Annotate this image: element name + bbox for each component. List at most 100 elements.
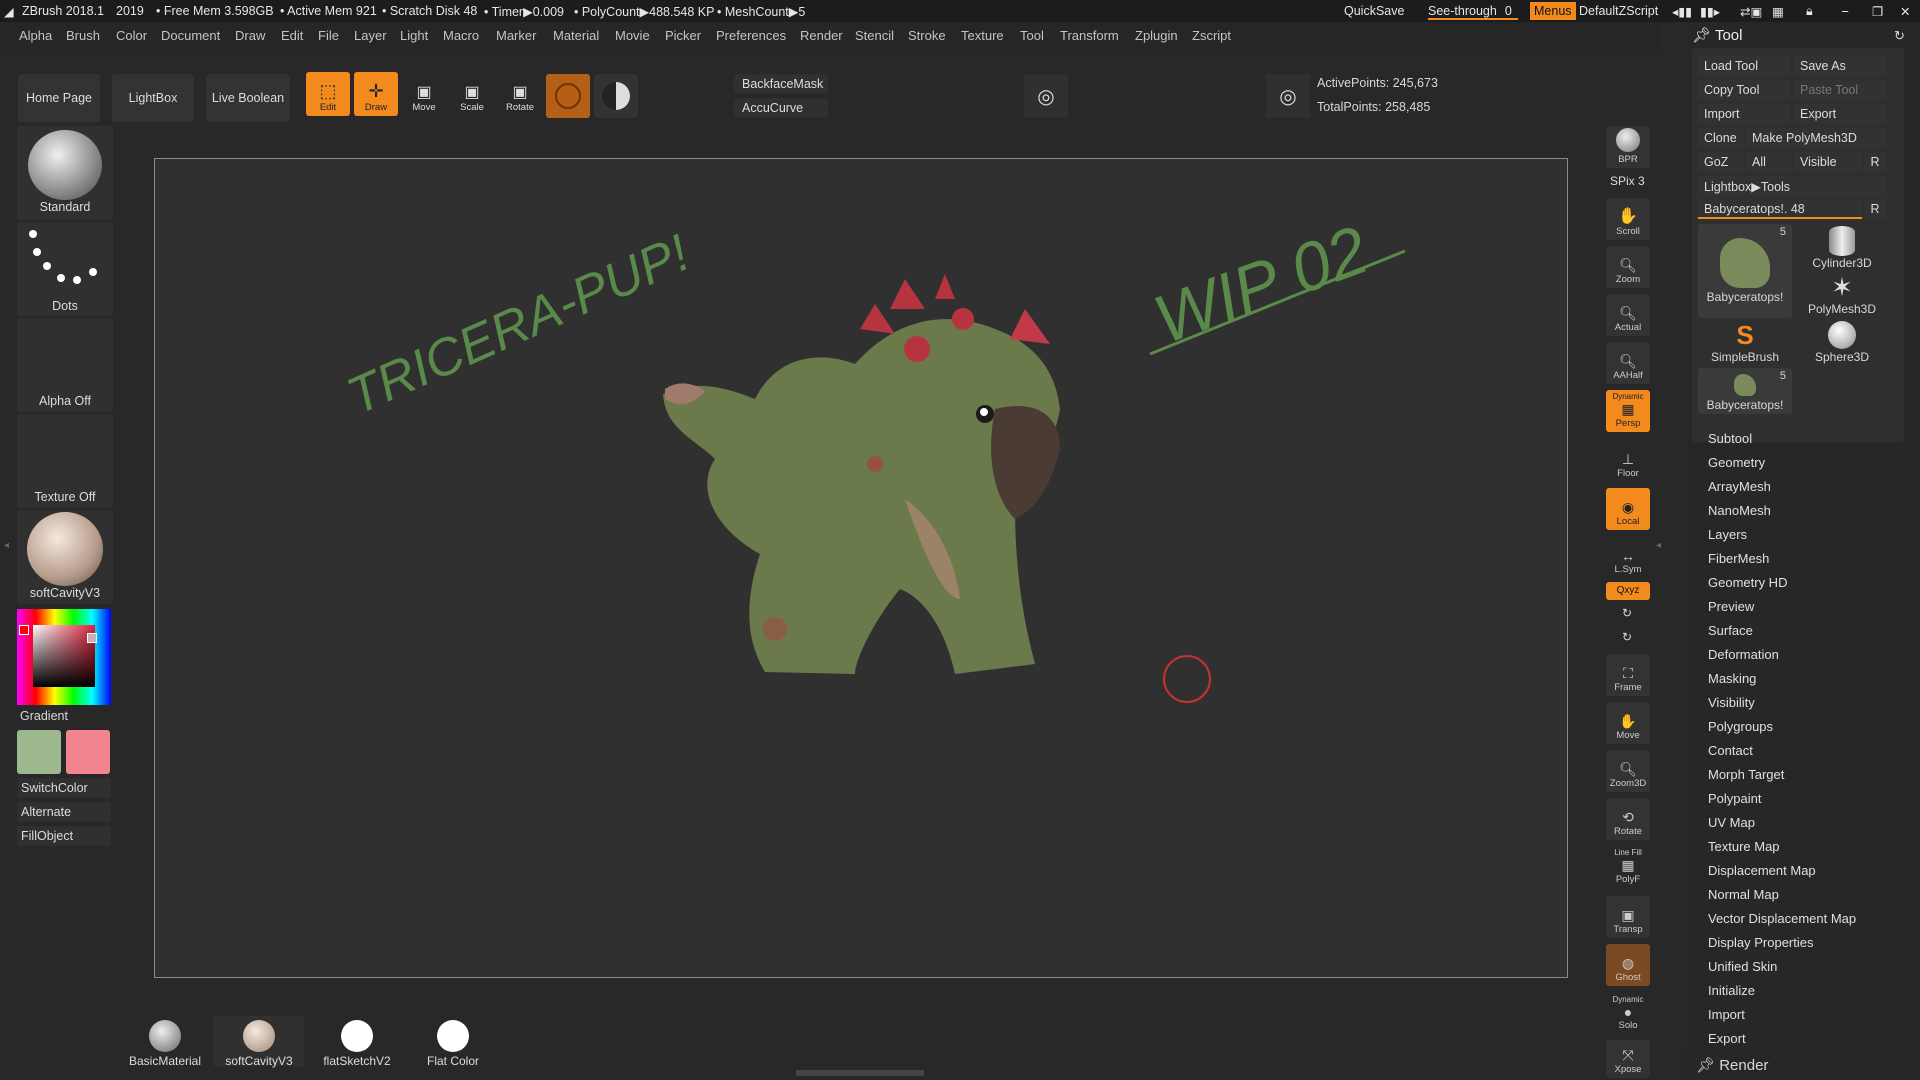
menu-movie[interactable]: Movie [615,28,650,43]
zadd-button[interactable] [594,74,638,118]
secondary-color-swatch[interactable] [66,730,110,774]
menu-texture[interactable]: Texture [961,28,1004,43]
zoom3d-button[interactable]: 🔍︎ Zoom3D [1606,750,1650,792]
default-zscript-button[interactable]: DefaultZScript [1579,4,1658,18]
dynamesh-button[interactable]: ◎ [1266,74,1310,118]
color-picker[interactable] [17,609,111,705]
menu-stencil[interactable]: Stencil [855,28,894,43]
hue-handle[interactable] [19,625,29,635]
tool-thumb-polymesh3d[interactable]: ✶ PolyMesh3D [1796,272,1888,318]
material-thumbnail[interactable]: softCavityV3 [17,510,113,604]
aahalf-button[interactable]: 🔍︎ AAHalf [1606,342,1650,384]
current-tool-slider[interactable]: Babyceratops!. 48 [1698,199,1862,219]
stroke-thumbnail[interactable]: Dots [17,222,113,316]
menu-zscript[interactable]: Zscript [1192,28,1231,43]
zoom-button[interactable]: 🔍︎ Zoom [1606,246,1650,288]
texture-thumbnail[interactable]: Texture Off [17,414,113,508]
current-tool-r-button[interactable]: R [1864,199,1886,219]
subpalette-surface[interactable]: Surface [1708,623,1753,638]
paste-tool-button[interactable]: Paste Tool [1794,80,1886,100]
menu-draw[interactable]: Draw [235,28,265,43]
export-button[interactable]: Export [1794,104,1886,124]
subpalette-geometry-hd[interactable]: Geometry HD [1708,575,1787,590]
move-view-button[interactable]: ✋ Move [1606,702,1650,744]
material-softcavityv3[interactable]: softCavityV3 [214,1016,304,1068]
lightbox-tools-button[interactable]: Lightbox▶Tools [1698,176,1886,196]
subpalette-deformation[interactable]: Deformation [1708,647,1779,662]
menu-marker[interactable]: Marker [496,28,536,43]
rotate-view-button[interactable]: ⟲ Rotate [1606,798,1650,840]
backface-mask-button[interactable]: BackfaceMask [734,74,828,94]
subpalette-polypaint[interactable]: Polypaint [1708,791,1761,806]
color-picker-square[interactable] [33,625,95,687]
subpalette-geometry[interactable]: Geometry [1708,455,1765,470]
menu-stroke[interactable]: Stroke [908,28,946,43]
main-color-swatch[interactable] [17,730,61,774]
gradient-label[interactable]: Gradient [20,709,68,723]
mrgb-button[interactable] [546,74,590,118]
subpalette-preview[interactable]: Preview [1708,599,1754,614]
layout-right-icon[interactable]: ▮▮▸ [1700,4,1720,19]
spix-slider[interactable]: SPix 3 [1610,174,1645,188]
tool-palette-header[interactable]: 📌︎ Tool [1692,26,1742,44]
goz-button[interactable]: GoZ [1698,152,1744,172]
tool-thumb-simplebrush[interactable]: S SimpleBrush [1698,320,1792,366]
subpalette-displacement-map[interactable]: Displacement Map [1708,863,1816,878]
subpalette-fibermesh[interactable]: FiberMesh [1708,551,1769,566]
layout-left-icon[interactable]: ◂▮▮ [1672,4,1692,19]
import-button[interactable]: Import [1698,104,1790,124]
subpalette-unified-skin[interactable]: Unified Skin [1708,959,1777,974]
floor-button[interactable]: ⊥ Floor [1606,440,1650,482]
subpalette-polygroups[interactable]: Polygroups [1708,719,1773,734]
home-page-button[interactable]: Home Page [18,74,100,122]
snapshot-button[interactable]: ◎ [1024,74,1068,118]
polyf-button[interactable]: Line Fill ▦ PolyF [1606,846,1650,888]
subpalette-uv-map[interactable]: UV Map [1708,815,1755,830]
copy-tool-button[interactable]: Copy Tool [1698,80,1790,100]
lightbox-button[interactable]: LightBox [112,74,194,122]
goz-r-button[interactable]: R [1864,152,1886,172]
xpose-button[interactable]: ⤧ Xpose [1606,1040,1650,1078]
menu-render[interactable]: Render [800,28,843,43]
menu-layer[interactable]: Layer [354,28,387,43]
rotate-button[interactable]: ▣ Rotate [498,72,542,116]
subpalette-initialize[interactable]: Initialize [1708,983,1755,998]
menu-tool[interactable]: Tool [1020,28,1044,43]
lsym-button[interactable]: ↔ L.Sym [1606,536,1650,578]
accucurve-button[interactable]: AccuCurve [734,98,828,118]
bpr-button[interactable]: BPR [1606,126,1650,168]
local-button[interactable]: ◉ Local [1606,488,1650,530]
brush-thumbnail[interactable]: Standard [17,126,113,220]
material-basicmaterial[interactable]: BasicMaterial [120,1016,210,1068]
switchcolor-button[interactable]: SwitchColor [17,778,111,798]
subpalette-arraymesh[interactable]: ArrayMesh [1708,479,1771,494]
edit-button[interactable]: ⬚ Edit [306,72,350,116]
rotate-z-icon[interactable]: ↻ [1622,630,1632,644]
lock-icon[interactable]: 🔒︎ [1806,4,1813,19]
goz-visible-button[interactable]: Visible [1794,152,1862,172]
ghost-button[interactable]: ◍ Ghost [1606,944,1650,986]
bottom-tray-handle[interactable] [796,1070,924,1076]
material-flatsketchv2[interactable]: flatSketchV2 [312,1016,402,1068]
subpalette-visibility[interactable]: Visibility [1708,695,1755,710]
menu-material[interactable]: Material [553,28,599,43]
subpalette-contact[interactable]: Contact [1708,743,1753,758]
subpalette-vector-displacement-map[interactable]: Vector Displacement Map [1708,911,1856,926]
menus-toggle[interactable]: Menus [1530,2,1576,20]
menu-alpha[interactable]: Alpha [19,28,52,43]
menu-picker[interactable]: Picker [665,28,701,43]
live-boolean-button[interactable]: Live Boolean [206,74,290,122]
subpalette-masking[interactable]: Masking [1708,671,1756,686]
tool-thumb-cylinder3d[interactable]: Cylinder3D [1796,224,1888,270]
see-through-slider[interactable]: See-through 0 [1428,4,1518,20]
persp-button[interactable]: Dynamic ▦ Persp [1606,390,1650,432]
alternate-button[interactable]: Alternate [17,802,111,822]
left-tray-handle[interactable]: ◂ [4,540,12,560]
menu-document[interactable]: Document [161,28,220,43]
subpalette-morph-target[interactable]: Morph Target [1708,767,1784,782]
quicksave-button[interactable]: QuickSave [1344,4,1404,18]
transp-button[interactable]: ▣ Transp [1606,896,1650,938]
tool-thumb-sphere3d[interactable]: Sphere3D [1796,320,1888,366]
subpalette-export[interactable]: Export [1708,1031,1746,1046]
solo-button[interactable]: Dynamic ● Solo [1606,992,1650,1034]
